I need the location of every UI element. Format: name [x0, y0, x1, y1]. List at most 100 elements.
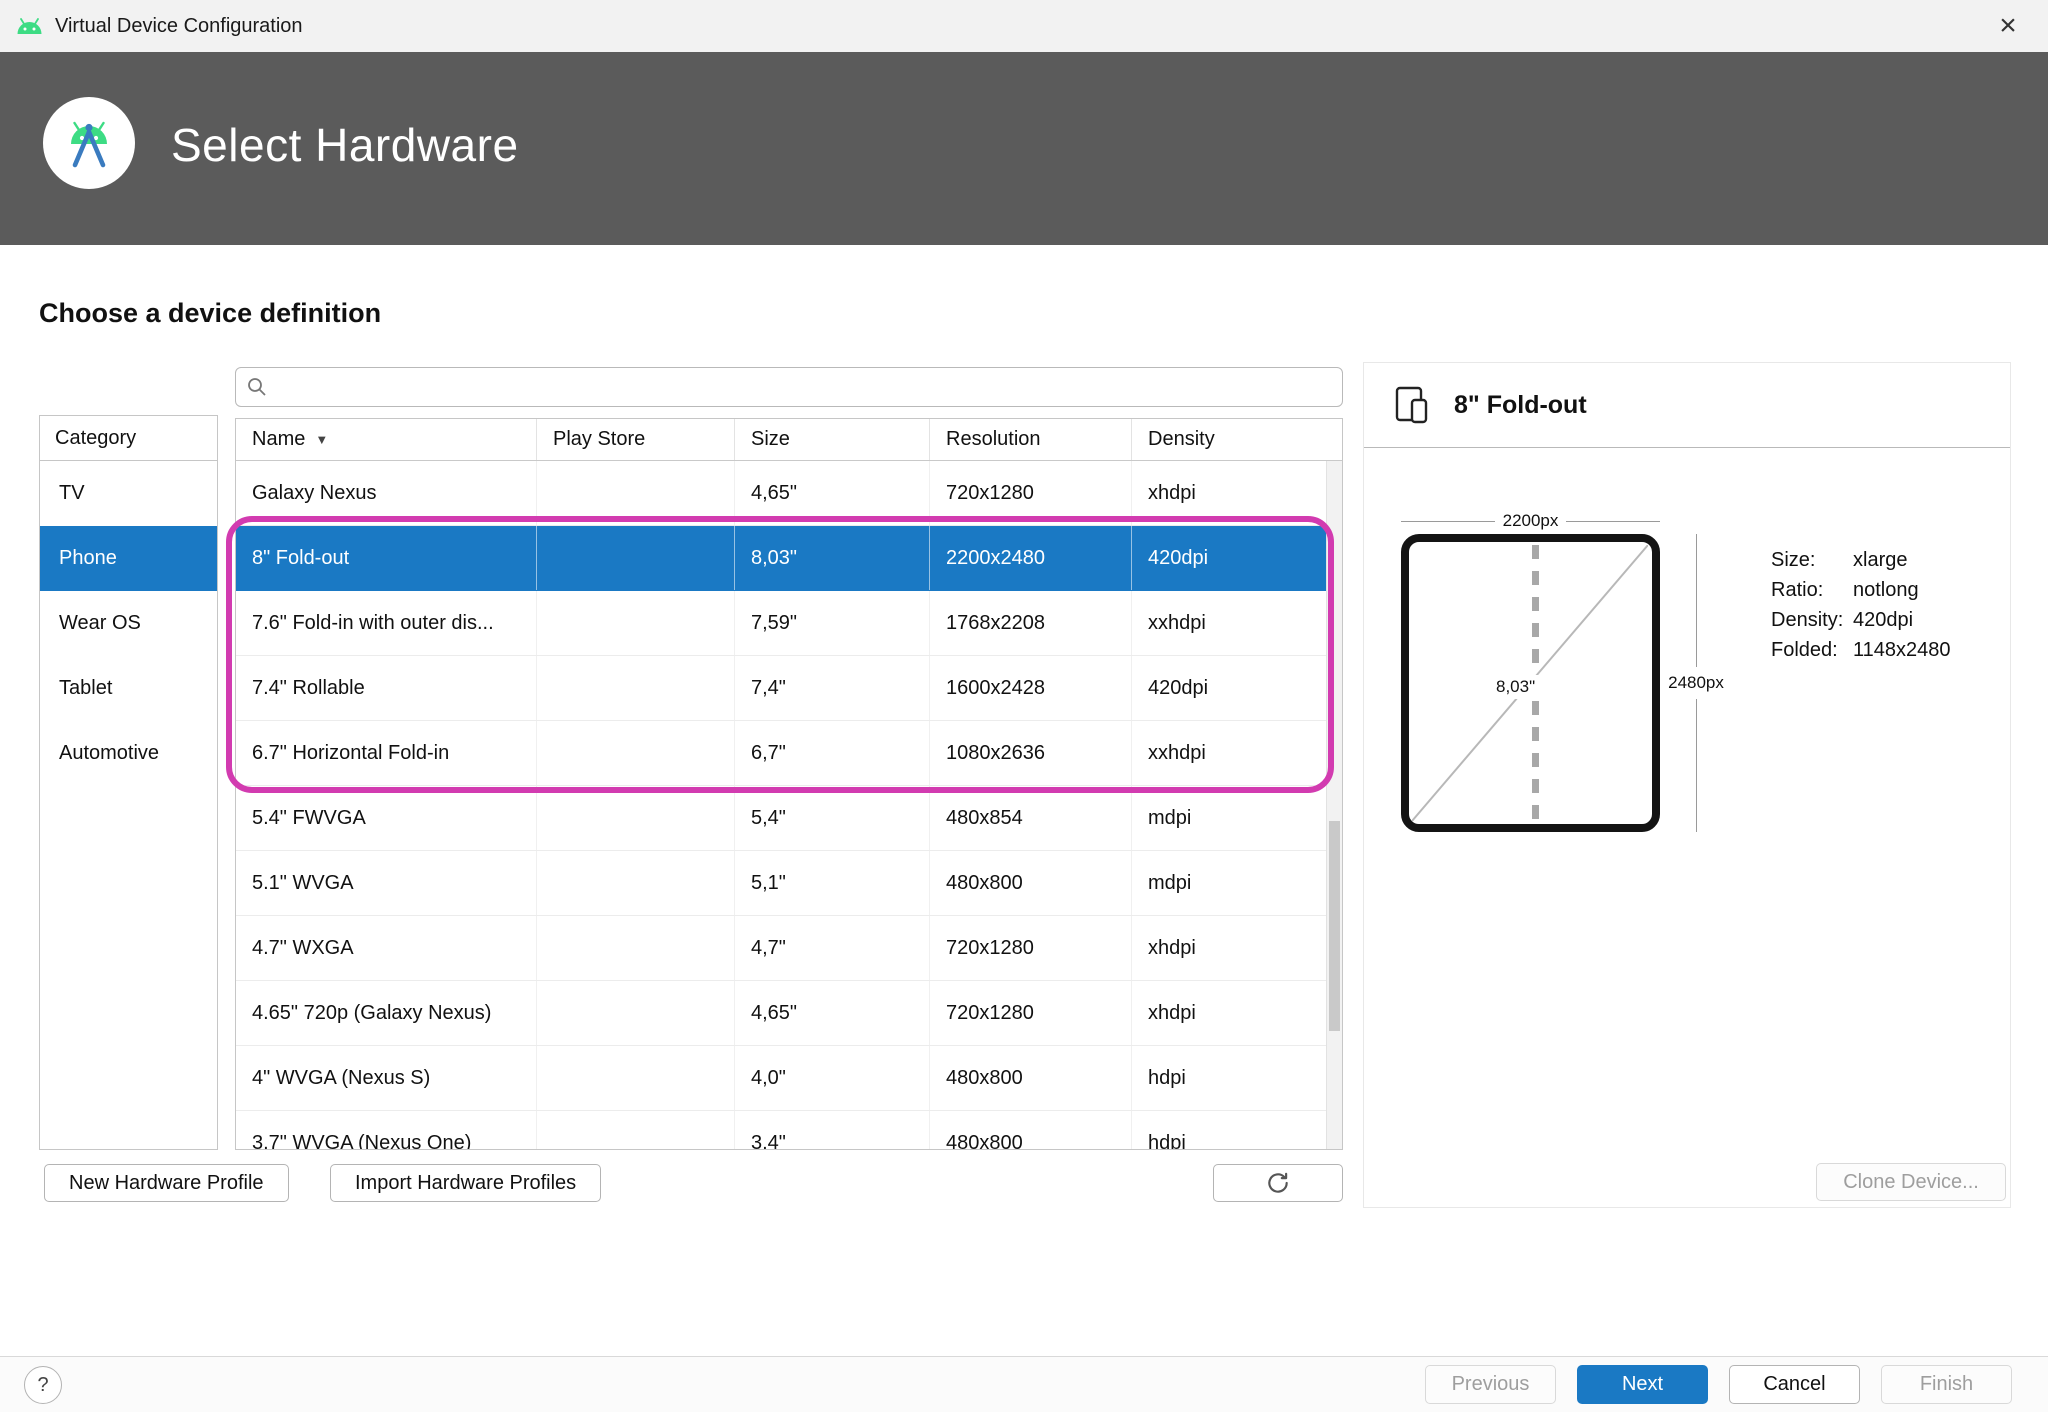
android-logo-icon	[16, 18, 43, 35]
column-header-resolution[interactable]: Resolution	[930, 419, 1132, 460]
cell-density: xxhdpi	[1132, 721, 1308, 785]
table-scrollbar[interactable]	[1326, 461, 1342, 1149]
category-panel: Category TV Phone Wear OS Tablet Automot…	[39, 415, 218, 1150]
sidebar-item-wear-os[interactable]: Wear OS	[40, 591, 217, 656]
table-row[interactable]: 4.65" 720p (Galaxy Nexus) 4,65" 720x1280…	[236, 981, 1342, 1046]
cell-size: 4,65"	[735, 461, 930, 525]
cell-size: 3,4"	[735, 1111, 930, 1150]
finish-button[interactable]: Finish	[1881, 1365, 2012, 1404]
table-row[interactable]: 5.1" WVGA 5,1" 480x800 mdpi	[236, 851, 1342, 916]
import-hardware-profiles-button[interactable]: Import Hardware Profiles	[330, 1164, 601, 1202]
cell-size: 5,1"	[735, 851, 930, 915]
cell-playstore	[537, 981, 735, 1045]
table-row[interactable]: 6.7" Horizontal Fold-in 6,7" 1080x2636 x…	[236, 721, 1342, 786]
cell-playstore	[537, 786, 735, 850]
spec-value: notlong	[1853, 579, 1951, 602]
cell-playstore	[537, 1111, 735, 1150]
cell-density: hdpi	[1132, 1111, 1308, 1150]
table-row[interactable]: 5.4" FWVGA 5,4" 480x854 mdpi	[236, 786, 1342, 851]
column-header-density[interactable]: Density	[1132, 419, 1308, 460]
clone-device-button[interactable]: Clone Device...	[1816, 1163, 2006, 1201]
cell-playstore	[537, 526, 735, 590]
spec-label: Size:	[1771, 549, 1853, 572]
cell-density: xhdpi	[1132, 461, 1308, 525]
search-box[interactable]	[235, 367, 1343, 407]
scrollbar-thumb[interactable]	[1329, 821, 1340, 1031]
width-dimension: 2200px	[1401, 509, 1660, 533]
cell-density: mdpi	[1132, 851, 1308, 915]
cell-size: 4,7"	[735, 916, 930, 980]
cell-resolution: 1080x2636	[930, 721, 1132, 785]
spec-value: xlarge	[1853, 549, 1951, 572]
table-row[interactable]: 7.6" Fold-in with outer dis... 7,59" 176…	[236, 591, 1342, 656]
wizard-header: Select Hardware	[0, 52, 2048, 245]
cell-name: 6.7" Horizontal Fold-in	[236, 721, 537, 785]
sidebar-item-automotive[interactable]: Automotive	[40, 721, 217, 786]
column-header-name[interactable]: Name ▼	[236, 419, 537, 460]
page-title: Select Hardware	[171, 118, 519, 172]
refresh-button[interactable]	[1213, 1164, 1343, 1202]
cell-size: 4,65"	[735, 981, 930, 1045]
column-header-size[interactable]: Size	[735, 419, 930, 460]
table-row[interactable]: 3.7" WVGA (Nexus One) 3,4" 480x800 hdpi	[236, 1111, 1342, 1150]
cell-resolution: 1600x2428	[930, 656, 1132, 720]
cell-density: xhdpi	[1132, 981, 1308, 1045]
category-column-header: Category	[40, 416, 217, 461]
cell-size: 7,59"	[735, 591, 930, 655]
height-dimension-label: 2480px	[1668, 673, 1724, 693]
cell-resolution: 720x1280	[930, 916, 1132, 980]
height-dimension: 2480px	[1664, 534, 1728, 832]
cell-size: 4,0"	[735, 1046, 930, 1110]
cell-resolution: 1768x2208	[930, 591, 1132, 655]
cell-playstore	[537, 656, 735, 720]
spec-label: Ratio:	[1771, 579, 1853, 602]
spec-label: Folded:	[1771, 639, 1853, 662]
sort-desc-icon: ▼	[315, 432, 328, 447]
cell-density: 420dpi	[1132, 526, 1308, 590]
cell-name: 5.1" WVGA	[236, 851, 537, 915]
cell-resolution: 480x854	[930, 786, 1132, 850]
table-row[interactable]: 4.7" WXGA 4,7" 720x1280 xhdpi	[236, 916, 1342, 981]
table-row-selected[interactable]: 8" Fold-out 8,03" 2200x2480 420dpi	[236, 526, 1342, 591]
titlebar: Virtual Device Configuration ×	[0, 0, 2048, 52]
cell-density: hdpi	[1132, 1046, 1308, 1110]
window-title: Virtual Device Configuration	[55, 15, 303, 38]
new-hardware-profile-button[interactable]: New Hardware Profile	[44, 1164, 289, 1202]
previous-button[interactable]: Previous	[1425, 1365, 1556, 1404]
cell-resolution: 480x800	[930, 1046, 1132, 1110]
search-input[interactable]	[276, 368, 1342, 406]
table-header-row: Name ▼ Play Store Size Resolution Densit…	[236, 419, 1342, 461]
cell-playstore	[537, 461, 735, 525]
cell-size: 7,4"	[735, 656, 930, 720]
device-specs: Size: xlarge Ratio: notlong Density: 420…	[1771, 549, 1951, 662]
table-row[interactable]: Galaxy Nexus 4,65" 720x1280 xhdpi	[236, 461, 1342, 526]
cell-name: 7.4" Rollable	[236, 656, 537, 720]
cell-resolution: 2200x2480	[930, 526, 1132, 590]
cell-playstore	[537, 851, 735, 915]
cell-name: 3.7" WVGA (Nexus One)	[236, 1111, 537, 1150]
cancel-button[interactable]: Cancel	[1729, 1365, 1860, 1404]
detail-device-name: 8" Fold-out	[1454, 391, 1587, 420]
next-button[interactable]: Next	[1577, 1365, 1708, 1404]
cell-name: 4.7" WXGA	[236, 916, 537, 980]
device-detail-panel: 8" Fold-out 2200px 8,03" 2480px Size: xl…	[1363, 362, 2011, 1208]
cell-resolution: 480x800	[930, 1111, 1132, 1150]
cell-resolution: 480x800	[930, 851, 1132, 915]
help-icon[interactable]: ?	[24, 1366, 62, 1404]
column-header-playstore[interactable]: Play Store	[537, 419, 735, 460]
table-row[interactable]: 4" WVGA (Nexus S) 4,0" 480x800 hdpi	[236, 1046, 1342, 1111]
cell-playstore	[537, 721, 735, 785]
wizard-actions: Previous Next Cancel Finish	[1425, 1365, 2012, 1404]
cell-name: 5.4" FWVGA	[236, 786, 537, 850]
sidebar-item-tv[interactable]: TV	[40, 461, 217, 526]
cell-density: xhdpi	[1132, 916, 1308, 980]
sidebar-item-tablet[interactable]: Tablet	[40, 656, 217, 721]
table-row[interactable]: 7.4" Rollable 7,4" 1600x2428 420dpi	[236, 656, 1342, 721]
detail-header: 8" Fold-out	[1364, 363, 2010, 448]
cell-name: 4" WVGA (Nexus S)	[236, 1046, 537, 1110]
close-icon[interactable]: ×	[1982, 0, 2034, 52]
cell-name: 7.6" Fold-in with outer dis...	[236, 591, 537, 655]
cell-density: xxhdpi	[1132, 591, 1308, 655]
sidebar-item-phone[interactable]: Phone	[40, 526, 217, 591]
cell-size: 8,03"	[735, 526, 930, 590]
